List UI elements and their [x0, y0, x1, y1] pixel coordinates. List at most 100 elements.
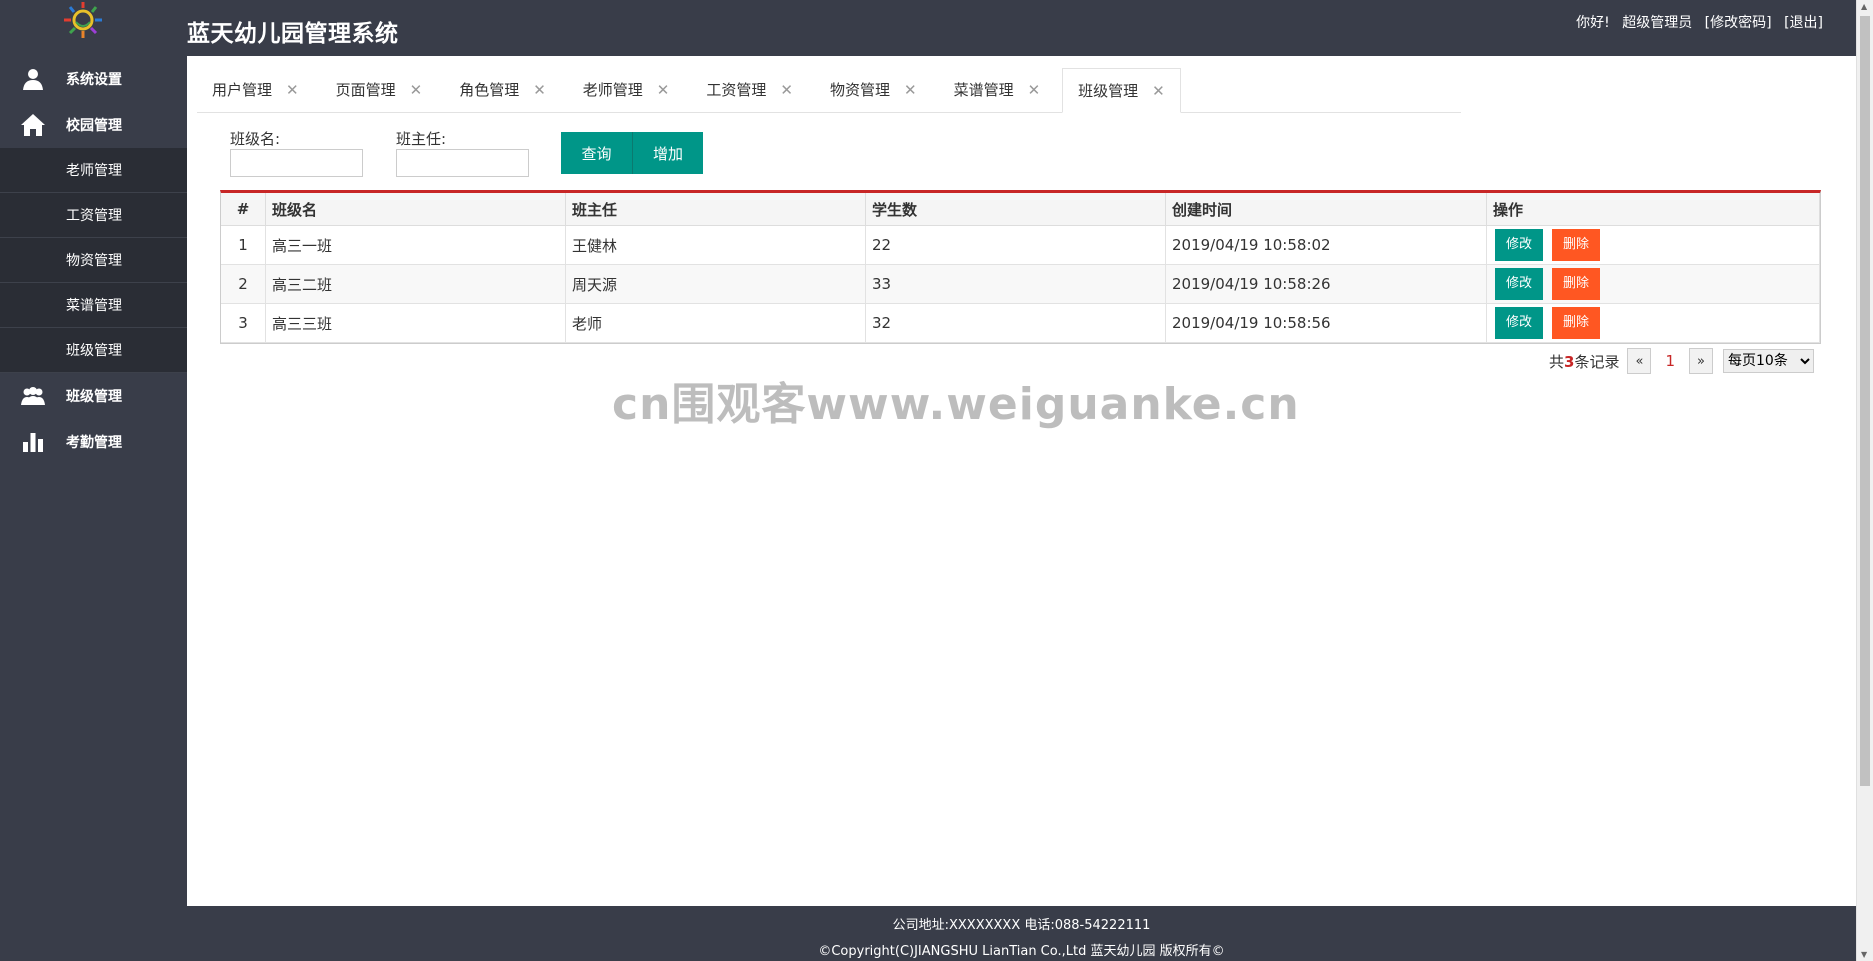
next-page-button[interactable]: » [1689, 348, 1713, 374]
teacher-label: 班主任: [396, 130, 447, 148]
add-button[interactable]: 增加 [632, 132, 703, 174]
tab-materials[interactable]: 物资管理 ✕ [815, 68, 932, 112]
close-icon[interactable]: ✕ [904, 68, 917, 112]
cell-actions: 修改 删除 [1486, 225, 1820, 265]
cell-students: 22 [865, 225, 1166, 265]
tab-label: 物资管理 [829, 81, 890, 99]
table-row[interactable]: 3 高三三班 老师 32 2019/04/19 10:58:56 修改 删除 [221, 303, 1820, 343]
current-page[interactable]: 1 [1665, 352, 1675, 370]
table-header-row: # 班级名 班主任 学生数 创建时间 操作 [221, 193, 1820, 226]
row-number: 2 [221, 264, 266, 304]
scroll-down-icon[interactable]: ▼ [1861, 950, 1867, 959]
delete-button[interactable]: 删除 [1552, 268, 1600, 300]
cell-class-name: 高三一班 [265, 225, 566, 265]
tab-teacher[interactable]: 老师管理 ✕ [568, 68, 685, 112]
tab-salary[interactable]: 工资管理 ✕ [691, 68, 808, 112]
sub-item-teacher[interactable]: 老师管理 [0, 148, 187, 193]
tab-bar: 用户管理 ✕ 页面管理 ✕ 角色管理 ✕ 老师管理 ✕ 工资管理 ✕ 物资管理 ✕ 菜谱管理… [197, 68, 1461, 113]
footer-copyright: ©Copyright(C)JIANGSHU LianTian Co.,Ltd 蓝… [818, 944, 1225, 959]
column-header[interactable]: 学生数 [865, 193, 1166, 226]
total-count: 3 [1564, 352, 1575, 371]
vertical-scrollbar[interactable]: ▲ ▼ [1856, 0, 1873, 961]
nav-label: 班级管理 [66, 389, 122, 405]
tab-user[interactable]: 用户管理 ✕ [197, 68, 314, 112]
tab-label: 角色管理 [459, 81, 520, 99]
query-button[interactable]: 查询 [561, 132, 632, 174]
cell-actions: 修改 删除 [1486, 264, 1820, 304]
class-table: # 班级名 班主任 学生数 创建时间 操作 1 高三一班 王健林 22 2019… [220, 190, 1821, 344]
column-header[interactable]: 班主任 [565, 193, 866, 226]
action-buttons: 查询 增加 [561, 132, 703, 174]
close-icon[interactable]: ✕ [1152, 69, 1165, 113]
tab-label: 用户管理 [212, 81, 273, 99]
page-size-select[interactable]: 每页10条 [1723, 349, 1814, 373]
column-header[interactable]: 班级名 [265, 193, 566, 226]
close-icon[interactable]: ✕ [780, 68, 793, 112]
column-header[interactable]: 操作 [1486, 193, 1820, 226]
delete-button[interactable]: 删除 [1552, 229, 1600, 261]
cell-teacher: 老师 [565, 303, 866, 343]
logo-icon [56, 0, 110, 48]
scroll-up-icon[interactable]: ▲ [1861, 2, 1867, 11]
change-password-link[interactable]: [修改密码] [1705, 15, 1772, 31]
sub-item-class[interactable]: 班级管理 [0, 328, 187, 373]
column-header[interactable]: 创建时间 [1165, 193, 1487, 226]
teacher-input[interactable] [396, 149, 529, 177]
tab-role[interactable]: 角色管理 ✕ [444, 68, 561, 112]
tab-page[interactable]: 页面管理 ✕ [321, 68, 438, 112]
cell-created: 2019/04/19 10:58:56 [1165, 303, 1487, 343]
table-row[interactable]: 2 高三二班 周天源 33 2019/04/19 10:58:26 修改 删除 [221, 264, 1820, 304]
close-icon[interactable]: ✕ [533, 68, 546, 112]
prev-page-button[interactable]: « [1627, 348, 1652, 374]
user-area: 你好! 超级管理员 [修改密码] [退出] [1568, 12, 1823, 32]
cell-students: 33 [865, 264, 1166, 304]
app-title: 蓝天幼儿园管理系统 [187, 21, 399, 47]
home-icon [20, 112, 46, 138]
pagination: 共3条记录 « 1 » 每页10条 [1549, 348, 1814, 374]
sub-item-salary[interactable]: 工资管理 [0, 193, 187, 238]
logout-link[interactable]: [退出] [1784, 15, 1823, 31]
top-header: 蓝天幼儿园管理系统 你好! 超级管理员 [修改密码] [退出] [0, 0, 1873, 56]
close-icon[interactable]: ✕ [1028, 68, 1041, 112]
edit-button[interactable]: 修改 [1495, 268, 1543, 300]
tab-label: 老师管理 [582, 81, 643, 99]
nav-attendance[interactable]: 考勤管理 [0, 419, 187, 465]
close-icon[interactable]: ✕ [657, 68, 670, 112]
nav-class-management[interactable]: 班级管理 [0, 373, 187, 419]
nav-label: 考勤管理 [66, 435, 122, 451]
row-number: 1 [221, 225, 266, 265]
nav-campus-management[interactable]: 校园管理 [0, 102, 187, 148]
cell-created: 2019/04/19 10:58:02 [1165, 225, 1487, 265]
tab-label: 菜谱管理 [953, 81, 1014, 99]
tab-menu[interactable]: 菜谱管理 ✕ [939, 68, 1056, 112]
watermark: cn围观客www.weiguanke.cn [612, 379, 1300, 430]
cell-class-name: 高三三班 [265, 303, 566, 343]
sub-item-materials[interactable]: 物资管理 [0, 238, 187, 283]
nav-label: 系统设置 [66, 72, 122, 88]
edit-button[interactable]: 修改 [1495, 229, 1543, 261]
main-content: 用户管理 ✕ 页面管理 ✕ 角色管理 ✕ 老师管理 ✕ 工资管理 ✕ 物资管理 ✕ 菜谱管理… [187, 56, 1856, 906]
close-icon[interactable]: ✕ [286, 68, 299, 112]
scroll-thumb[interactable] [1860, 16, 1870, 786]
nav-label: 校园管理 [66, 118, 122, 134]
table-row[interactable]: 1 高三一班 王健林 22 2019/04/19 10:58:02 修改 删除 [221, 225, 1820, 265]
sub-item-menu[interactable]: 菜谱管理 [0, 283, 187, 328]
tab-class[interactable]: 班级管理 ✕ [1062, 68, 1181, 113]
class-name-label: 班级名: [230, 130, 281, 148]
cell-created: 2019/04/19 10:58:26 [1165, 264, 1487, 304]
tab-label: 班级管理 [1078, 81, 1139, 100]
delete-button[interactable]: 删除 [1552, 307, 1600, 339]
username: 超级管理员 [1622, 15, 1693, 31]
row-number: 3 [221, 303, 266, 343]
close-icon[interactable]: ✕ [410, 68, 423, 112]
total-suffix: 条记录 [1574, 352, 1620, 371]
total-prefix: 共 [1548, 352, 1564, 371]
nav-system-settings[interactable]: 系统设置 [0, 56, 187, 102]
cell-teacher: 周天源 [565, 264, 866, 304]
footer: 公司地址:XXXXXXXX 电话:088-54222111 ©Copyright… [187, 906, 1856, 961]
column-header[interactable]: # [221, 193, 266, 226]
class-name-input[interactable] [230, 149, 363, 177]
footer-address: 公司地址:XXXXXXXX 电话:088-54222111 [892, 918, 1151, 933]
edit-button[interactable]: 修改 [1495, 307, 1543, 339]
record-count: 共3条记录 [1549, 351, 1619, 372]
